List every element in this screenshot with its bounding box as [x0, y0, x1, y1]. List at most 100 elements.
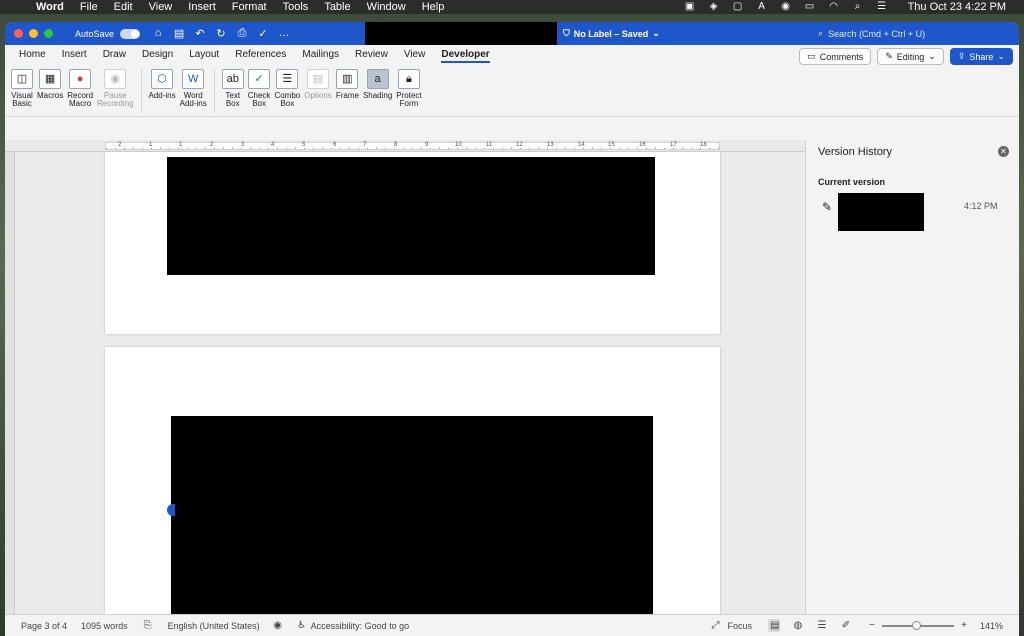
close-window-button[interactable] — [14, 29, 23, 38]
tab-references[interactable]: References — [227, 45, 294, 65]
office-icon[interactable]: ◈ — [708, 2, 720, 12]
chevron-down-icon: ⌄ — [652, 28, 660, 38]
spotlight-search-icon[interactable]: ⌕ — [852, 2, 864, 12]
editing-button[interactable]: ✎ Editing ⌄ — [877, 48, 944, 65]
focus-icon[interactable]: ⤢ — [709, 620, 721, 631]
comments-button[interactable]: ▭ Comments — [799, 48, 872, 65]
tab-review[interactable]: Review — [347, 45, 396, 65]
tab-layout[interactable]: Layout — [181, 45, 227, 65]
wifi-icon[interactable]: ◠ — [828, 2, 840, 12]
battery-icon[interactable]: ▭ — [804, 2, 816, 12]
macros-button[interactable]: ▦ Macros — [35, 69, 65, 100]
protect-form-button[interactable]: 🔒︎ Protect Form — [394, 69, 423, 108]
tab-draw[interactable]: Draw — [95, 45, 134, 65]
spelling-icon[interactable]: ✓ — [257, 27, 269, 40]
undo-icon[interactable]: ↶ — [194, 27, 206, 40]
tab-developer[interactable]: Developer — [433, 45, 497, 65]
ruler-number: 6 — [333, 142, 337, 148]
lock-icon[interactable]: ▢ — [732, 2, 744, 12]
track-changes-icon[interactable]: ◉ — [272, 620, 284, 631]
title-bar: AutoSave ⌂ ▤ ↶ ↻ ⎙ ✓ … ⛉ No Label – Save… — [5, 22, 1019, 45]
minimize-window-button[interactable] — [29, 29, 38, 38]
horizontal-ruler[interactable]: 2 1 1 2 3 4 5 6 7 8 9 10 11 12 13 14 15 16 17 18 — [5, 140, 805, 152]
zoom-slider[interactable] — [881, 620, 954, 630]
options-button[interactable]: ▤ Options — [302, 69, 334, 100]
word-count[interactable]: 1095 words — [81, 621, 128, 631]
tab-view[interactable]: View — [396, 45, 434, 65]
close-panel-icon[interactable]: ✕ — [998, 146, 1009, 157]
autosave-toggle[interactable] — [120, 28, 141, 39]
teams-icon[interactable]: ▣ — [684, 2, 696, 12]
search-field[interactable]: ⌕ Search (Cmd + Ctrl + U) — [818, 26, 1018, 41]
word-add-ins-button[interactable]: W Word Add-ins — [178, 69, 209, 108]
pause-recording-button[interactable]: ◉ Pause Recording — [95, 69, 135, 108]
ruler-number: 11 — [486, 142, 493, 148]
menubar-clock[interactable]: Thu Oct 23 4:22 PM — [900, 1, 1014, 13]
pencil-icon: ✎ — [822, 200, 833, 214]
ruler-number: 1 — [179, 142, 183, 148]
add-ins-button[interactable]: ⬡ Add-ins — [147, 69, 178, 100]
visual-basic-icon: ◫ — [11, 69, 33, 89]
record-macro-button[interactable]: ● Record Macro — [65, 69, 95, 108]
text-box-button[interactable]: ab Text Box — [220, 69, 246, 108]
focus-label[interactable]: Focus — [727, 621, 752, 631]
redo-icon[interactable]: ↻ — [215, 27, 227, 40]
menu-tools[interactable]: Tools — [275, 1, 317, 13]
combo-box-button[interactable]: ☰ Combo Box — [272, 69, 302, 108]
tab-design[interactable]: Design — [134, 45, 181, 65]
menu-table[interactable]: Table — [316, 1, 358, 13]
selection-handle[interactable] — [167, 504, 175, 516]
zoom-level[interactable]: 141% — [980, 621, 1003, 631]
page-2[interactable] — [105, 152, 720, 334]
current-version-label: Current version — [818, 177, 886, 187]
tab-home[interactable]: Home — [11, 45, 54, 65]
zoom-slider-thumb[interactable] — [911, 620, 921, 630]
zoom-window-button[interactable] — [44, 29, 53, 38]
zoom-out-icon[interactable]: − — [866, 620, 878, 631]
language[interactable]: English (United States) — [168, 621, 260, 631]
page-3[interactable] — [105, 347, 720, 628]
print-icon[interactable]: ⎙ — [236, 27, 248, 40]
ruler-number: 10 — [455, 142, 462, 148]
combo-box-icon: ☰ — [276, 69, 299, 89]
input-method-icon[interactable]: A — [756, 2, 768, 12]
page-count[interactable]: Page 3 of 4 — [21, 621, 67, 631]
user-icon[interactable]: ◉ — [780, 2, 792, 12]
visual-basic-button[interactable]: ◫ Visual Basic — [9, 69, 35, 108]
more-icon[interactable]: … — [278, 27, 290, 40]
draft-icon[interactable]: ✐ — [840, 620, 852, 631]
menu-file[interactable]: File — [72, 1, 106, 13]
menu-edit[interactable]: Edit — [106, 1, 141, 13]
document-status-text: No Label – Saved — [573, 28, 649, 39]
text-box-icon: ab — [221, 69, 244, 89]
document-status[interactable]: ⛉ No Label – Saved ⌄ — [563, 22, 660, 45]
document-canvas[interactable] — [5, 152, 805, 628]
print-layout-icon[interactable]: ▤ — [767, 619, 780, 632]
version-entry[interactable]: ✎ 4:12 PM — [820, 192, 1010, 232]
frame-button[interactable]: ▥ Frame — [334, 69, 361, 100]
menu-insert[interactable]: Insert — [180, 1, 224, 13]
check-box-button[interactable]: ✓ Check Box — [246, 69, 273, 108]
web-layout-icon[interactable]: ◍ — [792, 620, 804, 631]
macros-icon: ▦ — [39, 69, 62, 89]
zoom-in-icon[interactable]: + — [958, 620, 970, 631]
menu-view[interactable]: View — [141, 1, 181, 13]
shading-button[interactable]: a Shading — [361, 69, 394, 100]
vertical-ruler[interactable] — [5, 152, 15, 628]
tab-insert[interactable]: Insert — [54, 45, 95, 65]
home-icon[interactable]: ⌂ — [152, 27, 164, 40]
menu-app-name[interactable]: Word — [28, 1, 72, 13]
comments-label: Comments — [819, 51, 864, 62]
share-icon: ⇪ — [957, 51, 966, 61]
save-icon[interactable]: ▤ — [173, 27, 185, 40]
accessibility-status[interactable]: Accessibility: Good to go — [311, 621, 410, 631]
frame-icon: ▥ — [336, 69, 359, 89]
control-center-icon[interactable]: ☰ — [876, 2, 888, 12]
menu-format[interactable]: Format — [224, 1, 275, 13]
menu-window[interactable]: Window — [359, 1, 414, 13]
proofing-icon[interactable]: ⎘ — [142, 620, 154, 631]
tab-mailings[interactable]: Mailings — [294, 45, 347, 65]
menu-help[interactable]: Help — [414, 1, 453, 13]
share-button[interactable]: ⇪ Share ⌄ — [949, 48, 1013, 65]
outline-icon[interactable]: ☰ — [816, 620, 828, 631]
